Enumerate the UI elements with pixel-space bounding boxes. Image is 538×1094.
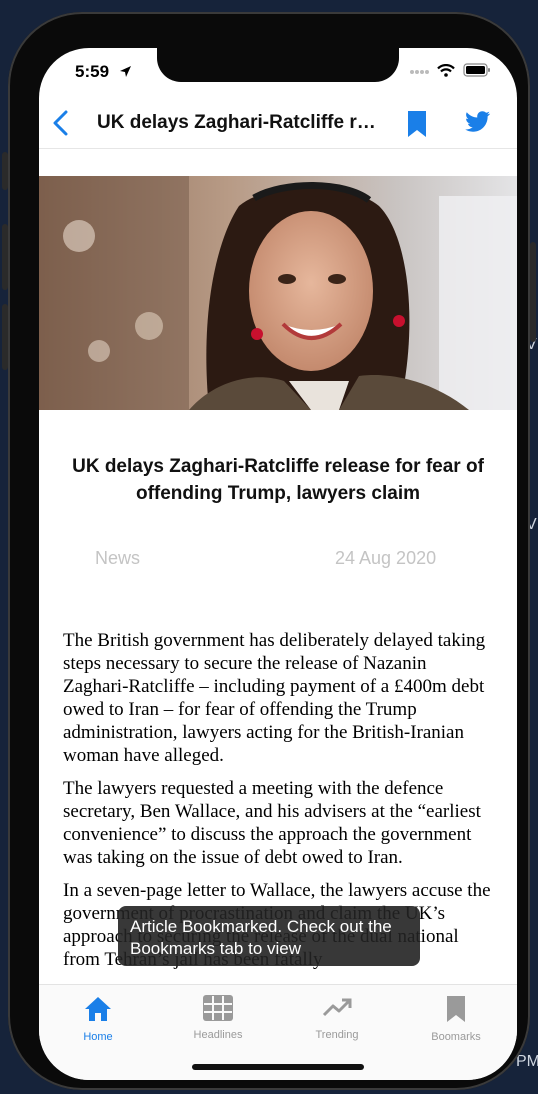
back-chevron-icon[interactable] [51, 109, 71, 142]
tab-label: Home [83, 1031, 113, 1043]
tab-home[interactable]: Home [48, 995, 148, 1043]
side-button [2, 304, 8, 370]
wifi-icon [437, 63, 455, 82]
location-arrow-icon [119, 65, 132, 83]
signal-icon [409, 64, 429, 82]
article-date: 24 Aug 2020 [335, 548, 437, 568]
article-paragraph: The lawyers requested a meeting with the… [63, 778, 481, 868]
home-icon [83, 997, 113, 1027]
side-button [2, 224, 8, 290]
twitter-icon[interactable] [465, 111, 491, 138]
tab-label: Headlines [193, 1029, 243, 1041]
tab-bookmarks[interactable]: Boomarks [406, 995, 506, 1043]
home-indicator [192, 1064, 364, 1070]
article-image [39, 176, 517, 410]
navigation-bar: UK delays Zaghari-Ratcliffe release for … [39, 98, 517, 149]
phone-screen: 5:59 UK delays Zaghari-Ratcliffe rele UK… [39, 48, 517, 1080]
bookmark-icon [445, 996, 467, 1027]
status-indicators [409, 63, 491, 82]
side-button [2, 152, 8, 190]
tab-label: Trending [315, 1029, 359, 1041]
tab-trending[interactable]: Trending [287, 995, 387, 1041]
status-time: 5:59 [75, 62, 110, 81]
grid-icon [203, 995, 233, 1025]
nav-title: UK delays Zaghari-Ratcliffe release for … [97, 112, 383, 133]
bookmark-toast: Article Bookmarked. Check out the Bookma… [118, 906, 420, 966]
notch [157, 48, 399, 82]
phone-frame: 5:59 UK delays Zaghari-Ratcliffe rele UK… [2, 12, 536, 1090]
bookmark-icon[interactable] [407, 110, 427, 143]
article-category: News [95, 548, 141, 568]
trending-icon [322, 998, 352, 1025]
article-paragraph: The British government has deliberately … [63, 630, 486, 766]
side-button [530, 242, 536, 342]
article-headline: UK delays Zaghari-Ratcliffe release for … [72, 456, 484, 504]
background-fragment: PM [516, 1053, 538, 1070]
tab-headlines[interactable]: Headlines [168, 995, 268, 1041]
battery-icon [463, 63, 491, 82]
tab-label: Boomarks [431, 1031, 481, 1043]
